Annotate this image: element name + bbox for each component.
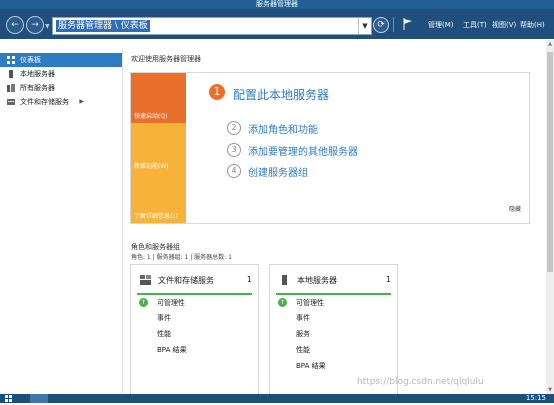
role-card-file-storage[interactable]: 文件和存储服务 1 ↑ 可管理性 事件 性能 BPA 结果 [130,264,259,401]
step-add-servers[interactable]: 添加要管理的其他服务器 [248,143,358,158]
step-create-server-group[interactable]: 创建服务器组 [248,164,308,179]
forward-button[interactable]: → [26,16,44,34]
back-button[interactable]: ← [6,16,24,34]
tile-quick-start[interactable]: 快速启动(Q) [131,73,186,123]
sidebar-item-local-server[interactable]: 本地服务器 [0,67,122,81]
sidebar-item-label: 本地服务器 [20,70,55,78]
step-number: 4 [227,164,241,178]
tile-label: 新增功能(W) [134,163,169,170]
arrow-up-icon: ↑ [139,298,148,307]
sidebar: 仪表板 本地服务器 所有服务器 文件和存储服务 ▶ [0,49,123,394]
status-label: 可管理性 [157,299,185,307]
welcome-title: 欢迎使用服务器管理器 [131,55,201,63]
nav-bar: ← → ▼ 服务器管理器 \ 仪表板 ▼ ⟳ 管理(M) 工具(T) 视图(V)… [0,9,554,39]
tile-whats-new[interactable]: 新增功能(W) [131,123,186,173]
arrow-up-icon: ↑ [278,298,287,307]
title-bar: 服务器管理器 [0,0,554,9]
refresh-icon: ⟳ [377,20,385,30]
card-row-services[interactable]: 服务 [296,329,310,339]
card-count: 1 [246,275,252,284]
card-row-performance[interactable]: 性能 [157,329,171,339]
notifications-flag-icon[interactable] [403,18,413,30]
tile-label: 了解详细信息(L) [134,213,179,220]
history-dropdown-icon[interactable]: ▼ [45,23,50,30]
sidebar-item-dashboard[interactable]: 仪表板 [0,53,122,67]
roles-title: 角色和服务器组 [131,243,180,251]
step-configure-local-server[interactable]: 配置此本地服务器 [233,86,329,103]
chevron-down-icon[interactable]: ▼ [358,18,371,34]
card-row-performance[interactable]: 性能 [296,345,310,355]
step-number: 1 [209,84,225,100]
server-manager-taskbar-icon[interactable] [30,394,48,403]
scroll-thumb[interactable] [547,52,553,272]
tile-learn-more[interactable]: 了解详细信息(L) [131,173,186,223]
menu-help[interactable]: 帮助(H) [520,20,545,30]
sidebar-item-file-storage[interactable]: 文件和存储服务 ▶ [0,95,122,109]
taskbar: 15:15 [0,394,554,403]
separator [393,17,394,32]
card-header: 文件和存储服务 1 [131,265,258,293]
card-header: 本地服务器 1 [270,265,397,293]
window-title: 服务器管理器 [256,0,298,8]
status-label: 可管理性 [296,299,324,307]
storage-icon [140,275,151,285]
card-title: 文件和存储服务 [158,276,214,285]
powershell-taskbar-icon[interactable] [66,394,84,403]
forward-arrow-icon: → [31,20,39,30]
address-bar[interactable]: 服务器管理器 \ 仪表板 ▼ [52,17,372,35]
card-row-bpa[interactable]: BPA 结果 [296,361,326,371]
hide-welcome-link[interactable]: 隐藏 [509,204,521,213]
dashboard-icon [7,56,15,64]
clock: 15:15 [525,394,546,402]
card-status-row[interactable]: ↑ 可管理性 [137,297,252,309]
chevron-right-icon[interactable]: ▶ [79,95,84,109]
address-text: 服务器管理器 \ 仪表板 [56,20,150,32]
watermark: https://blog.csdn.net/qlqlulu [357,377,484,387]
refresh-button[interactable]: ⟳ [373,17,389,33]
explorer-taskbar-icon[interactable] [100,394,118,403]
server-icon [282,275,287,285]
sidebar-item-label: 仪表板 [20,56,41,64]
status-bar [137,293,252,295]
sidebar-item-label: 所有服务器 [20,84,55,92]
menu-view[interactable]: 视图(V) [492,20,516,30]
menu-manage[interactable]: 管理(M) [428,20,454,30]
status-bar [276,293,391,295]
card-row-events[interactable]: 事件 [157,313,171,323]
card-status-row[interactable]: ↑ 可管理性 [276,297,391,309]
step-number: 3 [227,143,241,157]
scroll-down-icon[interactable]: ▼ [546,386,554,394]
card-title: 本地服务器 [297,276,337,285]
server-icon [9,70,13,78]
menu-tools[interactable]: 工具(T) [463,20,487,30]
roles-summary: 角色: 1 | 服务器组: 1 | 服务器总数: 1 [131,254,232,261]
card-count: 1 [385,275,391,284]
tile-label: 快速启动(Q) [134,113,168,120]
start-icon[interactable] [4,394,22,403]
storage-icon [7,99,15,105]
sidebar-item-all-servers[interactable]: 所有服务器 [0,81,122,95]
step-add-roles[interactable]: 添加角色和功能 [248,121,318,136]
sidebar-item-label: 文件和存储服务 [20,98,69,106]
servers-icon [7,84,15,92]
back-arrow-icon: ← [11,20,19,30]
scroll-up-icon[interactable]: ▲ [546,40,554,48]
vertical-scrollbar[interactable]: ▲ ▼ [546,40,554,394]
step-number: 2 [227,121,241,135]
card-row-bpa[interactable]: BPA 结果 [157,345,187,355]
card-row-events[interactable]: 事件 [296,313,310,323]
